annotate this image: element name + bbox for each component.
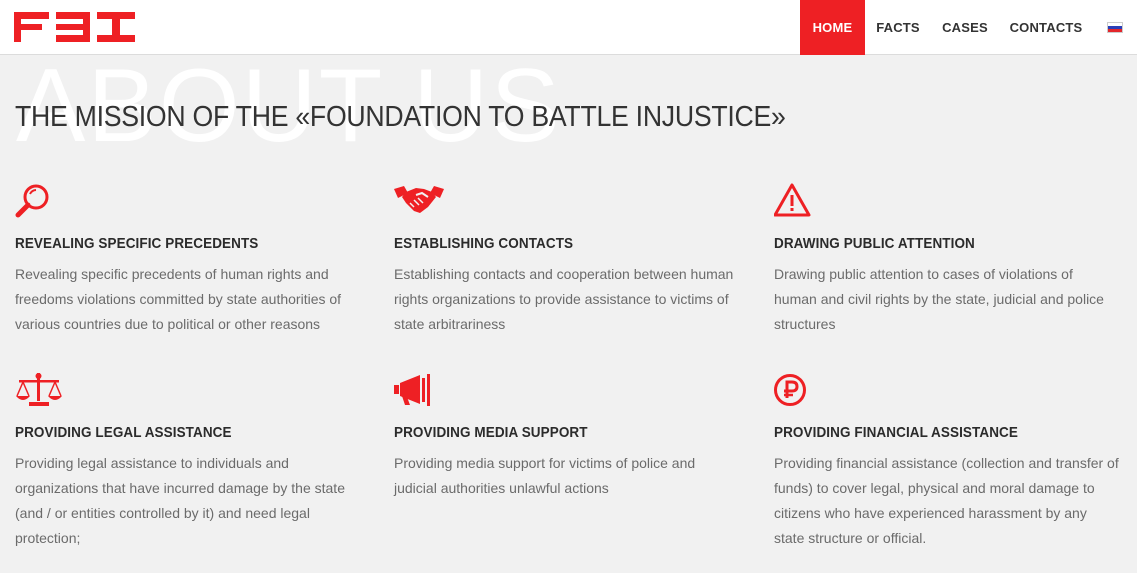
feature-text: Providing financial assistance (collecti… (774, 455, 1119, 546)
feature-title: PROVIDING FINANCIAL ASSISTANCE (774, 424, 1018, 441)
feature-text: Revealing specific precedents of human r… (15, 266, 342, 332)
feature-legal-assistance: PROVIDING LEGAL ASSISTANCE Providing leg… (15, 372, 360, 546)
ruble-icon (774, 372, 814, 408)
feature-text: Establishing contacts and cooperation be… (394, 266, 734, 332)
nav-cases[interactable]: CASES (931, 0, 999, 55)
nav-contacts[interactable]: CONTACTS (999, 0, 1093, 55)
page-title: THE MISSION OF THE «FOUNDATION TO BATTLE… (15, 101, 786, 133)
feature-title: PROVIDING LEGAL ASSISTANCE (15, 424, 232, 441)
feature-financial-assistance: PROVIDING FINANCIAL ASSISTANCE Providing… (774, 372, 1119, 546)
feature-media-support: PROVIDING MEDIA SUPPORT Providing media … (394, 372, 739, 496)
feature-title: ESTABLISHING CONTACTS (394, 235, 574, 252)
feature-revealing-precedents: REVEALING SPECIFIC PRECEDENTS Revealing … (15, 183, 360, 332)
feature-text: Providing media support for victims of p… (394, 455, 696, 496)
magnifier-icon (15, 183, 55, 219)
scales-icon (15, 372, 62, 408)
feature-text: Drawing public attention to cases of vio… (774, 266, 1104, 332)
russian-flag-icon (1107, 22, 1123, 33)
warning-icon (774, 183, 814, 219)
nav-home[interactable]: HOME (800, 0, 865, 55)
nav-facts[interactable]: FACTS (865, 0, 931, 55)
feature-text: Providing legal assistance to individual… (15, 455, 345, 546)
fbi-logo[interactable] (14, 12, 136, 42)
feature-title: DRAWING PUBLIC ATTENTION (774, 235, 975, 252)
feature-title: REVEALING SPECIFIC PRECEDENTS (15, 235, 259, 252)
main-nav: HOME FACTS CASES CONTACTS (800, 0, 1137, 55)
feature-public-attention: DRAWING PUBLIC ATTENTION Drawing public … (774, 183, 1119, 332)
feature-establishing-contacts: ESTABLISHING CONTACTS Establishing conta… (394, 183, 739, 332)
megaphone-icon (394, 372, 434, 408)
language-switch[interactable] (1093, 0, 1137, 55)
feature-title: PROVIDING MEDIA SUPPORT (394, 424, 588, 441)
handshake-icon (394, 183, 444, 219)
site-header: HOME FACTS CASES CONTACTS (0, 0, 1137, 55)
